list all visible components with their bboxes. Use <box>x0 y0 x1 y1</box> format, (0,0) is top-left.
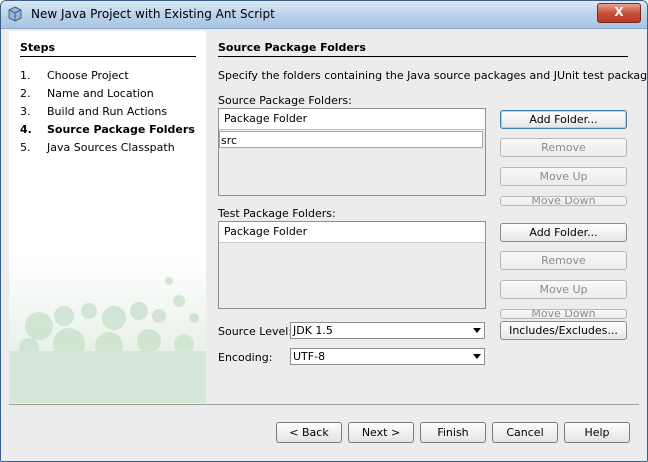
source-folders-label: Source Package Folders: <box>218 94 352 107</box>
test-add-folder-button[interactable]: Add Folder... <box>500 223 627 242</box>
source-table-header[interactable]: Package Folder <box>219 109 485 130</box>
dropdown-arrow-icon[interactable] <box>473 328 481 333</box>
source-move-up-button[interactable]: Move Up <box>500 167 627 186</box>
dialog-window: New Java Project with Existing Ant Scrip… <box>0 0 648 462</box>
step-source-package-folders: 4. Source Package Folders <box>20 123 195 136</box>
title-bar: New Java Project with Existing Ant Scrip… <box>1 1 647 29</box>
steps-panel: Steps 1. Choose Project 2. Name and Locati… <box>9 31 206 403</box>
source-level-select[interactable]: JDK 1.5 <box>290 322 485 339</box>
cancel-button[interactable]: Cancel <box>492 422 558 443</box>
encoding-label: Encoding: <box>218 351 273 364</box>
step-java-sources-classpath: 5. Java Sources Classpath <box>20 141 175 154</box>
footer-divider <box>9 404 639 405</box>
source-level-value: JDK 1.5 <box>293 324 333 337</box>
source-folders-table[interactable]: Package Folder src <box>218 108 486 196</box>
test-folders-table[interactable]: Package Folder <box>218 221 486 309</box>
page-description: Specify the folders containing the Java … <box>218 69 648 82</box>
finish-button[interactable]: Finish <box>420 422 486 443</box>
test-move-down-button[interactable]: Move Down <box>500 309 627 319</box>
step-choose-project: 1. Choose Project <box>20 69 129 82</box>
table-row[interactable]: src <box>219 131 483 148</box>
encoding-value: UTF-8 <box>293 350 326 363</box>
title-divider <box>218 56 628 57</box>
back-button[interactable]: < Back <box>276 422 342 443</box>
steps-heading: Steps <box>20 41 56 54</box>
close-button[interactable]: X <box>597 3 641 23</box>
window-title: New Java Project with Existing Ant Scrip… <box>31 7 275 21</box>
source-remove-button[interactable]: Remove <box>500 138 627 157</box>
dropdown-arrow-icon[interactable] <box>473 354 481 359</box>
includes-excludes-button[interactable]: Includes/Excludes... <box>500 321 627 340</box>
source-move-down-button[interactable]: Move Down <box>500 196 627 206</box>
test-table-header[interactable]: Package Folder <box>219 222 485 243</box>
steps-divider <box>20 56 196 57</box>
source-add-folder-button[interactable]: Add Folder... <box>500 110 627 129</box>
test-folders-label: Test Package Folders: <box>218 207 336 220</box>
test-remove-button[interactable]: Remove <box>500 251 627 270</box>
page-title: Source Package Folders <box>218 41 366 54</box>
test-move-up-button[interactable]: Move Up <box>500 280 627 299</box>
step-name-and-location: 2. Name and Location <box>20 87 154 100</box>
java-project-icon <box>8 6 22 22</box>
encoding-select[interactable]: UTF-8 <box>290 348 485 365</box>
help-button[interactable]: Help <box>564 422 630 443</box>
decorative-bubbles-image <box>9 256 206 403</box>
source-level-label: Source Level: <box>218 325 293 338</box>
next-button[interactable]: Next > <box>348 422 414 443</box>
step-build-and-run-actions: 3. Build and Run Actions <box>20 105 168 118</box>
